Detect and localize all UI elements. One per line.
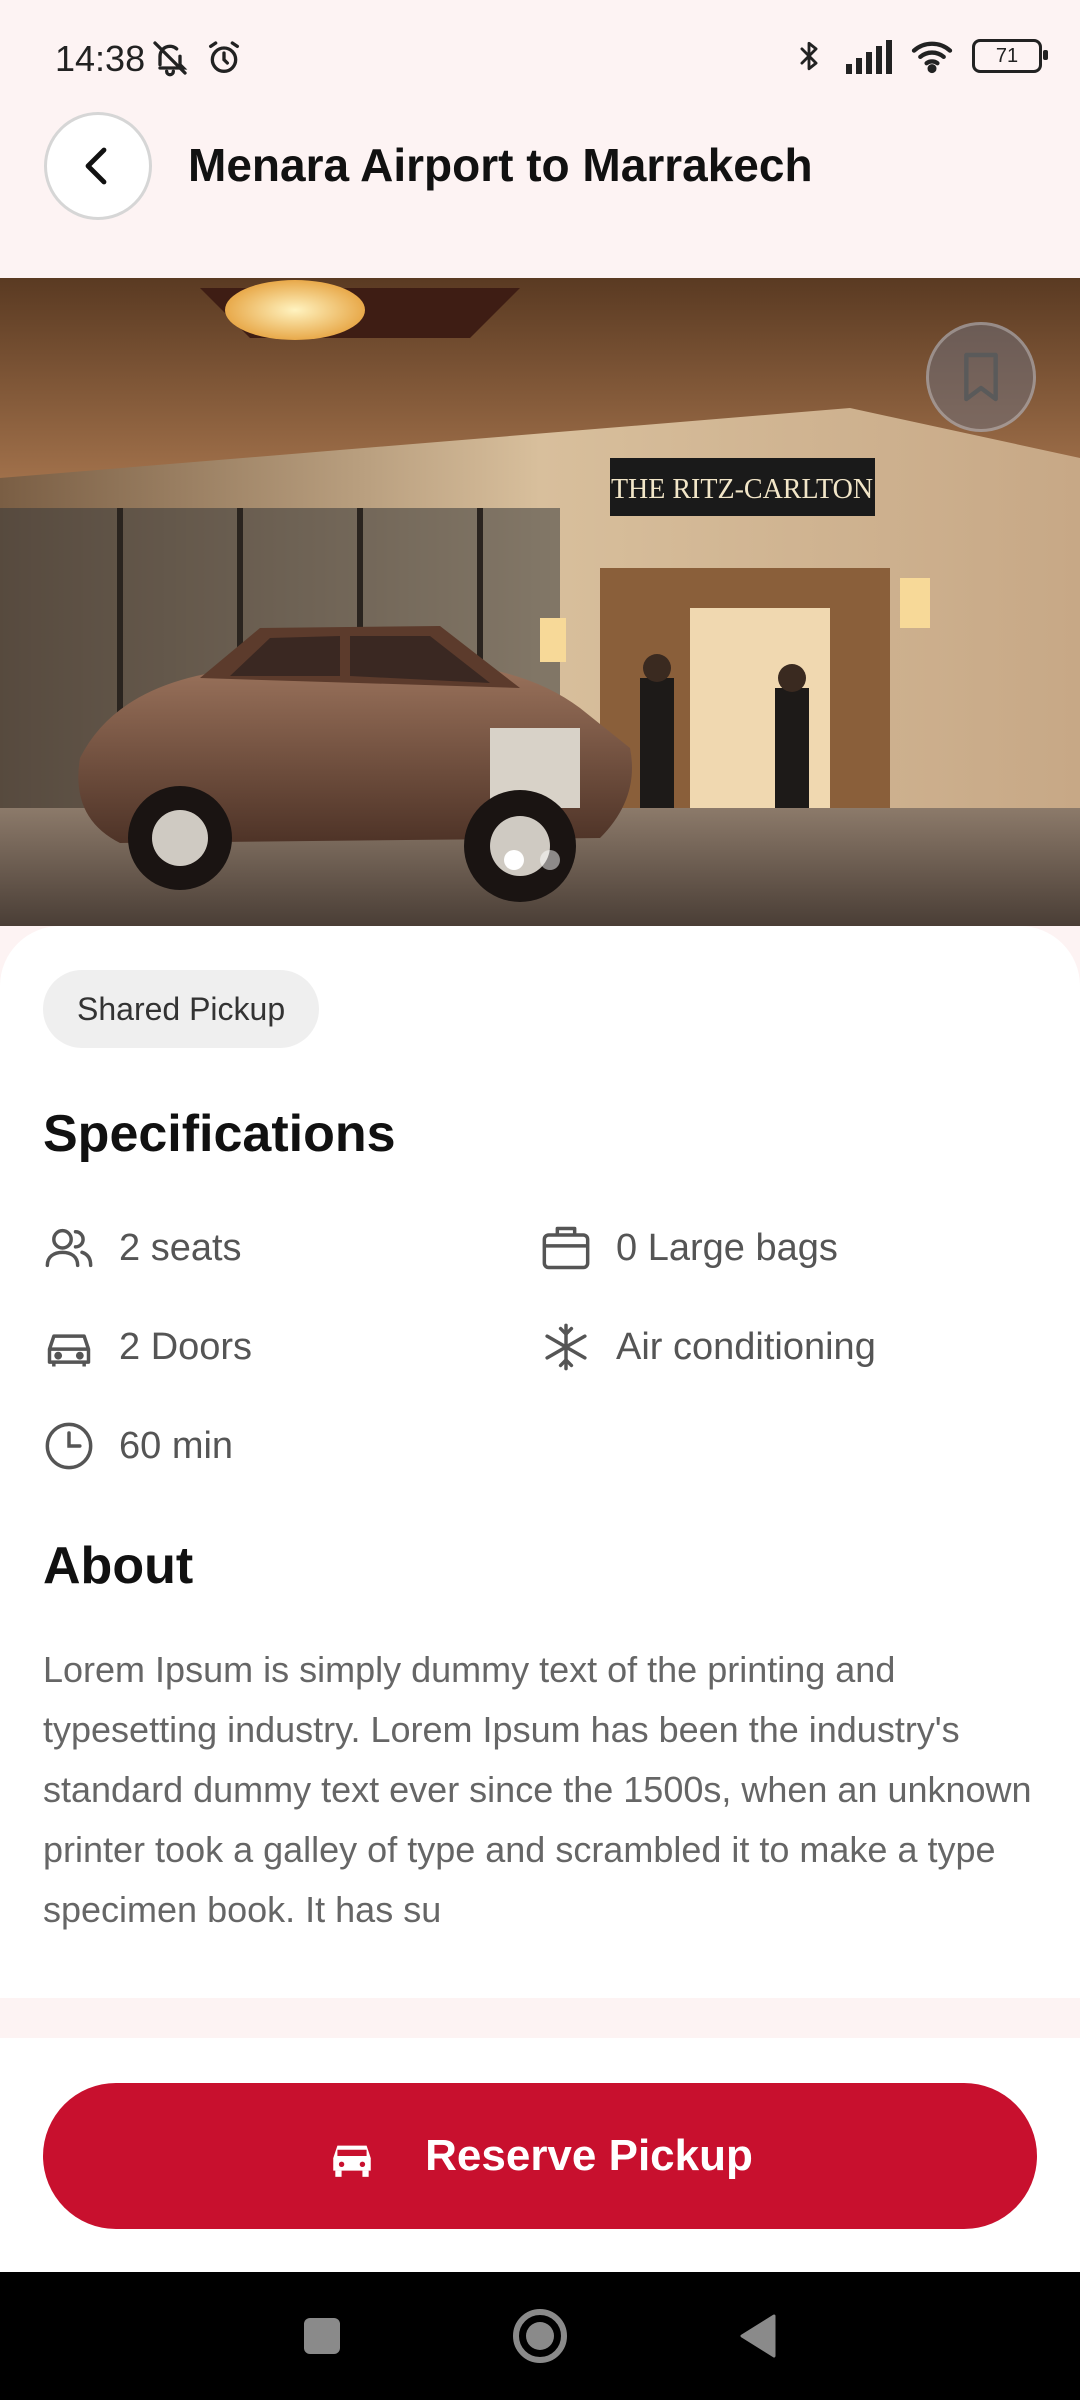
battery-level: 71: [995, 44, 1019, 67]
hotel-entrance-photo: THE RITZ-CARLTON: [0, 278, 1080, 926]
wifi-icon: [911, 41, 953, 74]
back-triangle-icon[interactable]: [738, 2314, 778, 2358]
reserve-pickup-button[interactable]: Reserve Pickup: [43, 2083, 1037, 2229]
chevron-left-icon: [85, 147, 107, 185]
spec-seats-label: 2 seats: [119, 1226, 242, 1269]
status-left-icons: [150, 38, 244, 78]
about-description: Lorem Ipsum is simply dummy text of the …: [43, 1649, 1032, 1930]
briefcase-icon: [542, 1226, 590, 1270]
bluetooth-icon: [800, 41, 818, 71]
clock-icon: [45, 1422, 93, 1470]
bookmark-button[interactable]: [926, 322, 1036, 432]
spec-seats: 2 seats: [43, 1222, 242, 1274]
mute-icon: [153, 41, 188, 77]
spec-ac-label: Air conditioning: [616, 1325, 876, 1368]
signal-icon: [846, 40, 892, 74]
users-icon: [45, 1228, 93, 1268]
status-bar: 14:38 71: [0, 0, 1080, 120]
spec-duration-label: 60 min: [119, 1424, 234, 1467]
page-title: Menara Airport to Marrakech: [188, 139, 813, 191]
alarm-icon: [209, 41, 239, 73]
status-time: 14:38: [55, 38, 146, 79]
hotel-sign-text: THE RITZ-CARLTON: [611, 474, 873, 505]
carousel-dots: [504, 850, 560, 870]
pickup-type-chip: Shared Pickup: [43, 970, 320, 1048]
car-icon: [333, 2145, 371, 2177]
spec-doors: 2 Doors: [43, 1321, 252, 1373]
specifications-heading: Specifications: [43, 1105, 396, 1163]
system-nav-bar: [0, 2272, 1080, 2400]
recents-square-icon[interactable]: [302, 2316, 342, 2356]
spec-duration: 60 min: [43, 1420, 233, 1472]
spec-doors-label: 2 Doors: [119, 1325, 253, 1368]
carousel-dot[interactable]: [540, 850, 560, 870]
snowflake-icon: [545, 1323, 587, 1371]
bookmark-icon: [964, 352, 998, 402]
footer-bar: Reserve Pickup: [0, 2038, 1080, 2272]
spec-bags-label: 0 Large bags: [616, 1226, 838, 1269]
home-circle-icon[interactable]: [512, 2308, 568, 2364]
reserve-pickup-label: Reserve Pickup: [425, 2131, 753, 2180]
car-icon: [47, 1334, 91, 1367]
carousel-dot-active[interactable]: [504, 850, 524, 870]
about-heading: About: [43, 1537, 194, 1595]
spec-bags: 0 Large bags: [540, 1222, 838, 1274]
back-button[interactable]: [44, 112, 152, 220]
details-panel: Shared Pickup Specifications 2 seats 0 L…: [0, 926, 1080, 1998]
status-right-icons: 71: [792, 36, 1048, 76]
battery-icon: 71: [972, 39, 1048, 73]
hero-image[interactable]: THE RITZ-CARLTON: [0, 278, 1080, 926]
spec-air-conditioning: Air conditioning: [540, 1321, 876, 1373]
